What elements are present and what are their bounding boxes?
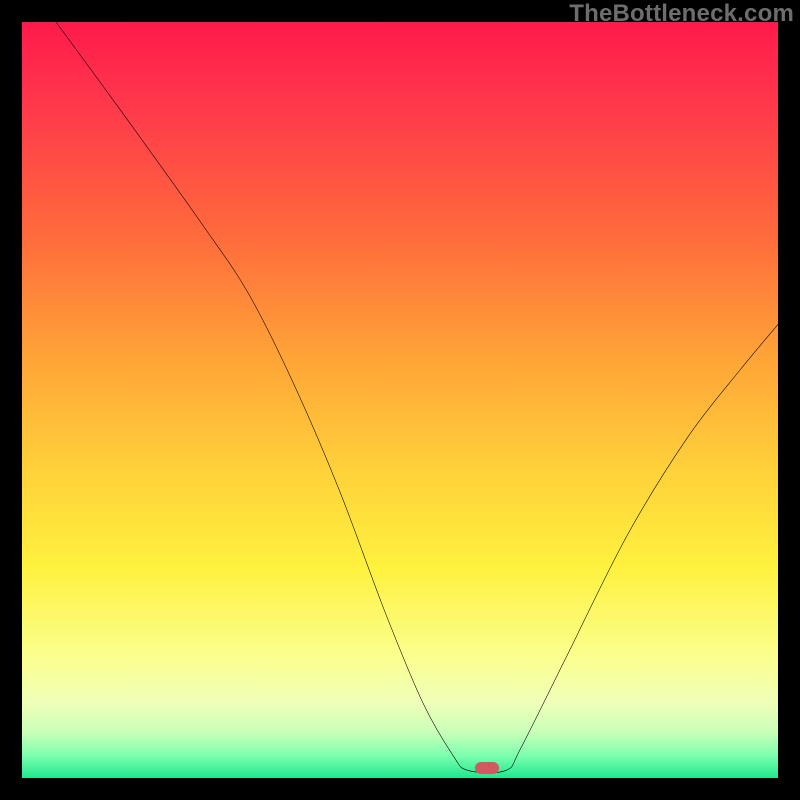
chart-frame: TheBottleneck.com <box>0 0 800 800</box>
plot-area <box>22 22 778 778</box>
background-gradient <box>22 22 778 778</box>
optimal-marker <box>475 762 499 774</box>
